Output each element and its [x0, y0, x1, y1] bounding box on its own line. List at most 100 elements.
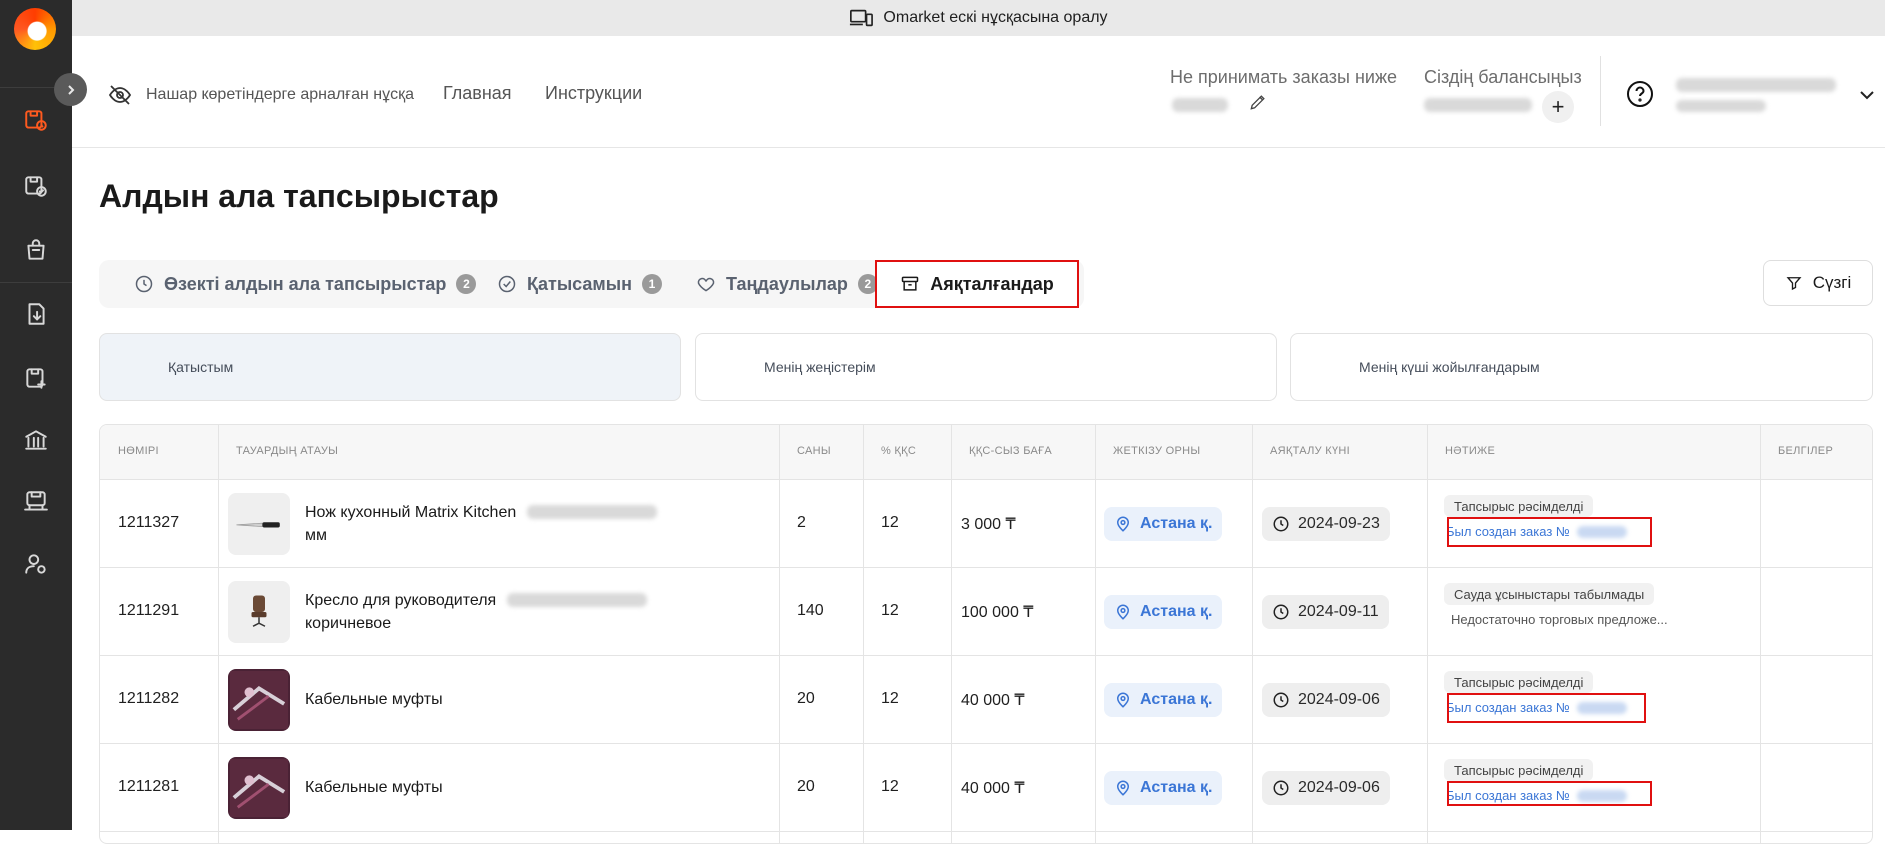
product-name-line1: Кресло для руководителя: [305, 592, 497, 609]
location-text: Астана қ.: [1140, 515, 1213, 532]
vat-percent: 12: [881, 602, 899, 619]
clock-icon: [135, 275, 153, 293]
inventory-icon[interactable]: [22, 488, 50, 516]
chevron-right-icon: [67, 84, 74, 95]
date-text: 2024-09-11: [1298, 603, 1379, 620]
accessibility-label: Нашар көретіндерге арналған нұсқа: [146, 86, 414, 103]
subtab-my-cancelled[interactable]: Менің күші жойылғандарым: [1290, 333, 1873, 401]
add-product-icon[interactable]: [22, 364, 50, 392]
column-header: САНЫ: [797, 445, 831, 457]
order-number: 1211291: [118, 602, 180, 619]
balance-value-redacted: [1424, 98, 1532, 112]
table-row[interactable]: 1211282 Кабельные муфты 20 12 40 000 ₸ А…: [100, 656, 1872, 744]
nav-home-link[interactable]: Главная: [443, 83, 512, 104]
product-name[interactable]: Кабельные муфты: [305, 776, 685, 799]
eye-off-icon: [108, 85, 132, 105]
vat-percent: 12: [881, 690, 899, 707]
min-order-label: Не принимать заказы ниже: [1170, 67, 1398, 87]
product-name-line1: Кабельные муфты: [305, 779, 443, 796]
delivery-location: Астана қ.: [1104, 595, 1223, 629]
tab-participating[interactable]: Қатысамын 1: [497, 260, 662, 308]
product-thumbnail-cable-couplings[interactable]: [228, 757, 290, 819]
count-badge: 1: [642, 274, 662, 294]
orders-check-icon[interactable]: [22, 172, 50, 200]
end-date: 2024-09-06: [1262, 771, 1390, 805]
user-settings-icon[interactable]: [22, 550, 50, 578]
highlight-box: [1447, 693, 1646, 723]
bank-icon[interactable]: [22, 426, 50, 454]
redacted-text: [506, 593, 647, 607]
min-order-value-redacted: [1172, 98, 1228, 112]
subtab-my-wins[interactable]: Менің жеңістерім: [695, 333, 1277, 401]
clock-icon: [1273, 604, 1289, 620]
user-name-redacted: [1676, 78, 1836, 92]
product-name[interactable]: Нож кухонный Matrix Kitchen мм: [305, 501, 685, 547]
column-header: ТАУАРДЫҢ АТАУЫ: [236, 445, 339, 457]
date-text: 2024-09-06: [1298, 779, 1380, 796]
returns-icon[interactable]: [22, 300, 50, 328]
end-date: 2024-09-06: [1262, 683, 1390, 717]
quantity: 140: [797, 602, 824, 619]
shopping-bag-icon[interactable]: [22, 236, 50, 264]
price-no-vat: 100 000 ₸: [961, 604, 1034, 621]
quantity: 2: [797, 514, 806, 531]
tab-label: Қатысамын: [527, 273, 632, 294]
tab-active-preorders[interactable]: Өзекті алдын ала тапсырыстар 2: [134, 260, 477, 308]
product-thumbnail-cable-couplings[interactable]: [228, 669, 290, 731]
quantity: 20: [797, 690, 815, 707]
nav-instructions-link[interactable]: Инструкции: [545, 83, 642, 104]
subtab-participated[interactable]: Қатыстым: [99, 333, 681, 401]
old-version-banner[interactable]: Omarket ескі нұсқасына оралу: [72, 0, 1885, 36]
column-header: НӘТИЖЕ: [1445, 445, 1496, 457]
column-header: ЖЕТКІЗУ ОРНЫ: [1113, 445, 1201, 457]
product-thumbnail-knife[interactable]: [228, 493, 290, 555]
table-row[interactable]: 1211327 Нож кухонный Matrix Kitchen мм 2…: [100, 480, 1872, 568]
delivery-location: Астана қ.: [1104, 507, 1223, 541]
banner-text: Omarket ескі нұсқасына оралу: [883, 9, 1108, 26]
top-up-balance-button[interactable]: +: [1542, 91, 1574, 123]
preorders-icon[interactable]: [22, 106, 50, 134]
edit-min-order-button[interactable]: [1248, 92, 1270, 114]
product-name[interactable]: Кресло для руководителя коричневое: [305, 589, 685, 635]
tab-completed[interactable]: Аяқталғандар: [875, 260, 1079, 308]
delivery-location: Астана қ.: [1104, 771, 1223, 805]
header: Нашар көретіндерге арналған нұсқа Главна…: [72, 36, 1885, 148]
location-pin-icon: [1116, 604, 1130, 620]
cable-couplings-image: [230, 759, 288, 817]
header-divider: [1600, 56, 1601, 126]
help-icon: [1627, 81, 1653, 107]
order-number: 1211327: [118, 514, 180, 531]
sidebar-expand-button[interactable]: [54, 73, 87, 106]
order-number: 1211281: [118, 778, 180, 795]
tab-favorites[interactable]: Таңдаулылар 2: [696, 260, 878, 308]
location-text: Астана қ.: [1140, 691, 1213, 708]
price-no-vat: 40 000 ₸: [961, 780, 1025, 797]
omarket-logo[interactable]: [14, 8, 56, 50]
tab-label: Таңдаулылар: [726, 273, 848, 294]
help-button[interactable]: [1626, 80, 1654, 108]
product-thumbnail-chair[interactable]: [228, 581, 290, 643]
tab-label: Аяқталғандар: [930, 273, 1054, 294]
user-menu-toggle[interactable]: [1858, 86, 1876, 104]
clock-icon: [1273, 516, 1289, 532]
page-title: Алдын ала тапсырыстар: [99, 178, 499, 214]
tab-label: Өзекті алдын ала тапсырыстар: [164, 273, 447, 294]
order-number: 1211282: [118, 690, 180, 707]
table-row[interactable]: 1211281 Кабельные муфты 20 12 40 000 ₸ А…: [100, 744, 1872, 832]
accessibility-toggle[interactable]: Нашар көретіндерге арналған нұсқа: [108, 83, 414, 107]
devices-icon: [850, 9, 874, 27]
chair-image: [251, 595, 267, 627]
filter-button[interactable]: Сүзгі: [1763, 260, 1873, 306]
date-text: 2024-09-06: [1298, 691, 1380, 708]
location-pin-icon: [1116, 692, 1130, 708]
vat-percent: 12: [881, 778, 899, 795]
subtab-label: Қатыстым: [168, 359, 234, 375]
quantity: 20: [797, 778, 815, 795]
result-status: Тапсырыс рәсімделді: [1444, 495, 1594, 517]
table-row[interactable]: 1211291 Кресло для руководителя коричнев…: [100, 568, 1872, 656]
preorder-tabs: Өзекті алдын ала тапсырыстар 2 Қатысамын…: [99, 260, 1084, 308]
subtab-label: Менің жеңістерім: [764, 359, 876, 375]
table-header: НӨМІРІ ТАУАРДЫҢ АТАУЫ САНЫ % ҚҚС ҚҚС-СЫЗ…: [100, 425, 1872, 480]
product-name[interactable]: Кабельные муфты: [305, 688, 685, 711]
filter-icon: [1786, 277, 1802, 291]
